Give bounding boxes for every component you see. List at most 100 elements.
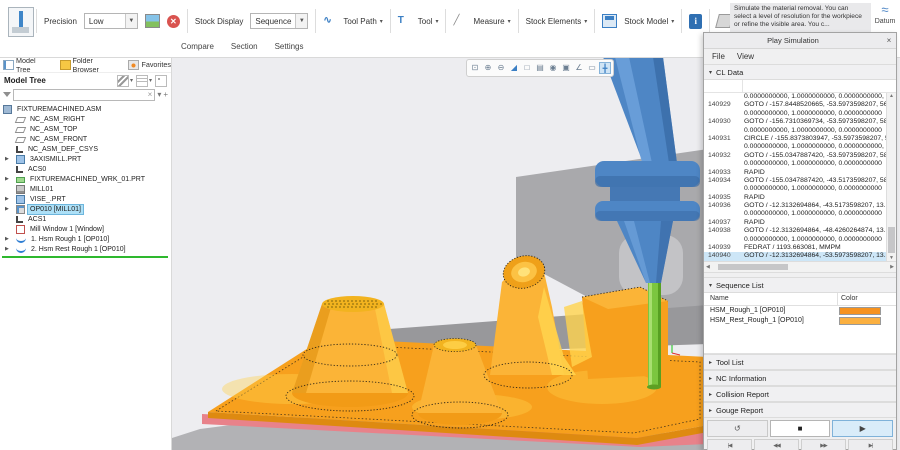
image-display-icon[interactable] <box>145 14 160 28</box>
cl-row[interactable]: 140933RAPID <box>704 169 896 177</box>
tree-item[interactable]: Mill Window 1 [Window] <box>0 224 171 234</box>
nc-information-header[interactable]: ▸ NC Information <box>704 370 896 386</box>
vertical-scrollbar[interactable]: ▲ ▼ <box>886 93 896 261</box>
tree-columns-icon[interactable] <box>136 75 148 87</box>
cl-row[interactable]: 140932GOTO / -155.0347887420, -53.597359… <box>704 152 896 160</box>
tree-settings-icon[interactable] <box>155 75 167 87</box>
sequence-list-header[interactable]: ▾ Sequence List <box>704 277 896 293</box>
fast-forward-button[interactable]: ▶▶ <box>801 439 846 450</box>
tree-item[interactable]: ▶2. Hsm Rest Rough 1 [OP010] <box>0 244 171 254</box>
tree-item[interactable]: ▶1. Hsm Rough 1 [OP010] <box>0 234 171 244</box>
clear-icon[interactable]: × <box>148 90 153 100</box>
annotation-display-icon[interactable]: ▭ <box>586 62 598 74</box>
play-button[interactable]: ▶ <box>832 420 893 437</box>
skip-to-start-button[interactable]: |◀ <box>707 439 752 450</box>
cl-data-header[interactable]: ▾ CL Data <box>704 64 896 80</box>
scrollbar-thumb[interactable] <box>718 264 788 270</box>
info-button[interactable]: i <box>689 14 702 29</box>
tree-search-input[interactable]: × <box>13 89 155 101</box>
tree-item[interactable]: NC_ASM_RIGHT <box>0 114 171 124</box>
scrollbar-thumb[interactable] <box>888 227 895 253</box>
tree-item[interactable]: NC_ASM_DEF_CSYS <box>0 144 171 154</box>
chevron-down-icon[interactable]: ▾ <box>149 77 152 84</box>
scroll-up-icon[interactable]: ▲ <box>889 93 894 99</box>
tree-item[interactable]: ▶VISE_.PRT <box>0 194 171 204</box>
rewind-button[interactable]: ◀◀ <box>754 439 799 450</box>
panel-titlebar[interactable]: Play Simulation × <box>704 33 896 49</box>
expander-icon[interactable]: ▶ <box>5 176 9 182</box>
cl-row[interactable]: 0.0000000000, 1.0000000000, 0.0000000000 <box>704 210 896 218</box>
cl-row[interactable]: 0.0000000000, 1.0000000000, 0.0000000000 <box>704 127 896 135</box>
capture-icon[interactable]: ▣ <box>560 62 572 74</box>
sequence-row[interactable]: HSM_Rest_Rough_1 [OP010] <box>704 316 896 326</box>
cl-row[interactable]: 140937RAPID <box>704 219 896 227</box>
collision-report-header[interactable]: ▸ Collision Report <box>704 386 896 402</box>
cl-row[interactable]: 0.0000000000, 1.0000000000, 0.0000000000… <box>704 93 896 101</box>
expander-icon[interactable]: ▶ <box>5 196 9 202</box>
expander-icon[interactable]: ▶ <box>5 156 9 162</box>
cl-data-list[interactable]: 0.0000000000, 1.0000000000, 0.0000000000… <box>704 93 896 261</box>
tree-filters-icon[interactable] <box>117 75 129 87</box>
tree-item[interactable]: NC_ASM_FRONT <box>0 134 171 144</box>
chevron-down-icon[interactable]: ▾ <box>130 77 133 84</box>
view-manager-icon[interactable]: ◉ <box>547 62 559 74</box>
saved-orientations-icon[interactable]: ▤ <box>534 62 546 74</box>
horizontal-scrollbar[interactable]: ◀ ▶ <box>704 261 896 273</box>
expander-icon[interactable]: ▶ <box>5 206 9 212</box>
sequence-row[interactable]: HSM_Rough_1 [OP010] <box>704 306 896 316</box>
cl-row[interactable]: 0.0000000000, 1.0000000000, 0.0000000000 <box>704 110 896 118</box>
tab-folder-browser[interactable]: Folder Browser <box>60 56 120 74</box>
chevron-down-icon[interactable]: ▼ <box>295 14 307 28</box>
gouge-report-header[interactable]: ▸ Gouge Report <box>704 402 896 418</box>
tree-item[interactable]: FIXTUREMACHINED.ASM <box>0 104 171 114</box>
tool-path-button[interactable]: Tool Path ▾ <box>343 17 382 26</box>
zoom-to-fit-icon[interactable]: ⊡ <box>469 62 481 74</box>
cl-row[interactable]: 140939FEDRAT / 1193.663081, MMPM <box>704 244 896 252</box>
skip-to-end-button[interactable]: ▶| <box>848 439 893 450</box>
tree-item-selected[interactable]: ▶OP010 [MILL01] <box>0 204 171 214</box>
tree-item[interactable]: NC_ASM_TOP <box>0 124 171 134</box>
stock-elements-button[interactable]: Stock Elements ▾ <box>526 17 588 26</box>
tab-model-tree[interactable]: Model Tree <box>3 56 51 74</box>
close-icon[interactable]: × <box>882 36 896 45</box>
add-filter-button[interactable]: + <box>163 90 168 100</box>
precision-dropdown[interactable]: Low ▼ <box>84 13 138 29</box>
chevron-down-icon[interactable]: ▼ <box>125 14 137 28</box>
zoom-out-icon[interactable]: ⊖ <box>495 62 507 74</box>
cl-row[interactable]: 0.0000000000, 1.0000000000, 0.0000000000 <box>704 160 896 168</box>
tree-item[interactable]: ▶3AXISMILL.PRT <box>0 154 171 164</box>
stock-model-button[interactable]: Stock Model ▾ <box>624 17 674 26</box>
scroll-left-icon[interactable]: ◀ <box>706 264 710 270</box>
cl-row[interactable]: 140936GOTO / -12.3132694864, -43.5173598… <box>704 202 896 210</box>
cl-row[interactable]: 140930GOTO / -156.7310369734, -53.597359… <box>704 118 896 126</box>
datum-display-icon[interactable]: ∠ <box>573 62 585 74</box>
tab-compare[interactable]: Compare <box>181 42 214 51</box>
cl-row[interactable]: 140935RAPID <box>704 194 896 202</box>
cl-row-selected[interactable]: 140940GOTO / -12.3132694864, -53.5973598… <box>704 252 896 260</box>
cl-row[interactable]: 0.0000000000, 1.0000000000, 0.0000000000 <box>704 185 896 193</box>
expander-icon[interactable]: ▶ <box>5 236 9 242</box>
cl-row[interactable]: 140931CIRCLE / -155.8373803947, -53.5973… <box>704 135 896 143</box>
cl-row[interactable]: 0.0000000000, 1.0000000000, 0.0000000000 <box>704 236 896 244</box>
tab-settings[interactable]: Settings <box>275 42 304 51</box>
tab-favorites[interactable]: Favorites <box>128 60 171 70</box>
tab-section[interactable]: Section <box>231 42 258 51</box>
datum-group[interactable]: ≈ Datum <box>871 2 899 25</box>
cl-row[interactable]: 140929GOTO / -157.8448520665, -53.597359… <box>704 101 896 109</box>
cl-row[interactable]: 140934GOTO / -155.0347887420, -43.517359… <box>704 177 896 185</box>
remove-material-icon[interactable]: ✕ <box>167 15 180 28</box>
tree-item[interactable]: ACS1 <box>0 214 171 224</box>
tool-button[interactable]: Tool ▾ <box>418 17 439 26</box>
expander-icon[interactable]: ▶ <box>5 246 9 252</box>
scroll-right-icon[interactable]: ▶ <box>890 264 894 270</box>
stock-display-dropdown[interactable]: Sequence ▼ <box>250 13 308 29</box>
display-style-icon[interactable]: □ <box>521 62 533 74</box>
stop-button[interactable]: ■ <box>770 420 831 437</box>
cl-row[interactable]: 140938GOTO / -12.3132694864, -48.4260264… <box>704 227 896 235</box>
tree-item[interactable]: ▶FIXTUREMACHINED_WRK_01.PRT <box>0 174 171 184</box>
reset-button[interactable]: ↺ <box>707 420 768 437</box>
simulation-app-icon[interactable] <box>8 7 34 37</box>
tool-list-header[interactable]: ▸ Tool List <box>704 354 896 370</box>
zoom-in-icon[interactable]: ⊕ <box>482 62 494 74</box>
measure-button[interactable]: Measure ▾ <box>473 17 510 26</box>
